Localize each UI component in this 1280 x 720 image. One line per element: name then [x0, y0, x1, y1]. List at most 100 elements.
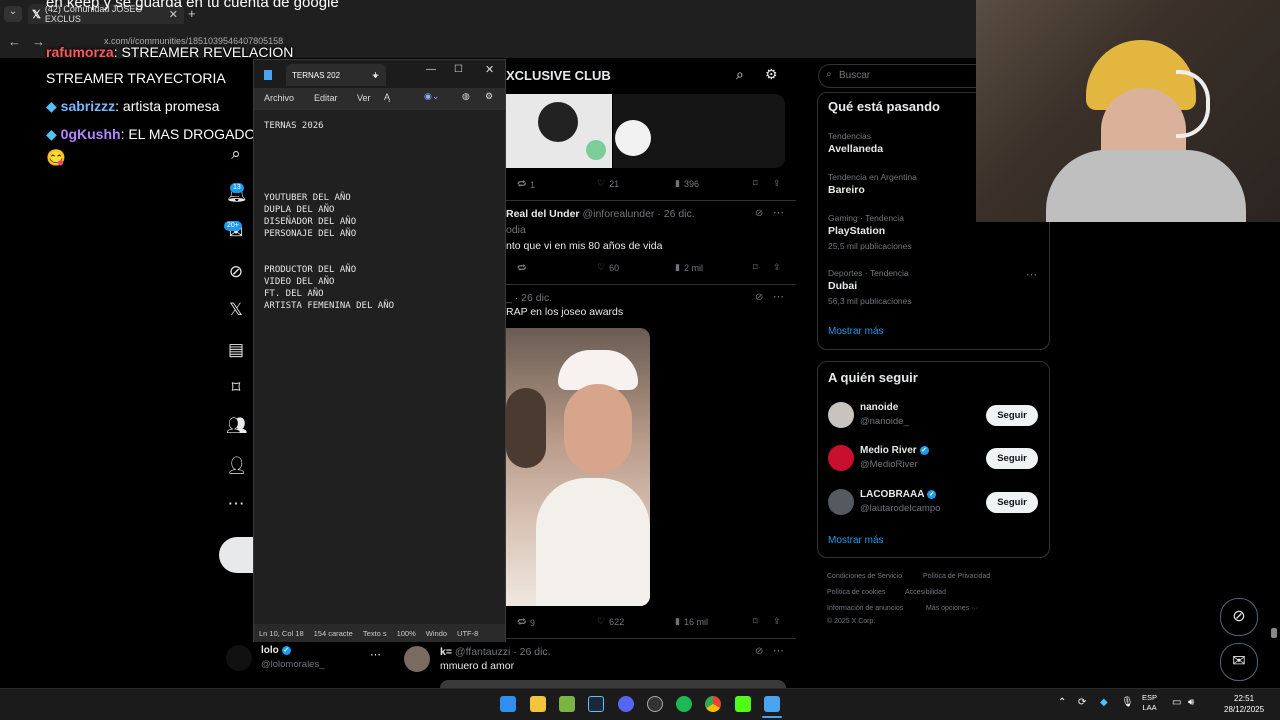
close-icon[interactable]: ✕ [485, 63, 494, 76]
menu-ver[interactable]: Ver [357, 93, 371, 103]
communities-icon[interactable]: 👥︎ [226, 416, 248, 436]
lists-icon[interactable]: ▤ [226, 340, 246, 360]
bookmarks-icon[interactable]: ⌑ [226, 378, 246, 398]
account-more-icon[interactable]: ⋯ [370, 648, 381, 661]
back-icon[interactable]: ← [8, 34, 21, 49]
grok-icon[interactable]: ⊘ [755, 208, 763, 219]
like-button[interactable]: ♡ 60 [597, 262, 619, 273]
post-button[interactable] [219, 537, 255, 573]
sync-icon[interactable]: ⟳ [1078, 697, 1086, 708]
post-handle[interactable]: _ [506, 292, 512, 304]
notepad-text-area[interactable]: TERNAS 2026 YOUTUBER DEL AÑO DUPLA DEL A… [264, 120, 394, 312]
follow-show-more[interactable]: Mostrar más [828, 535, 884, 546]
chrome-icon[interactable] [705, 696, 721, 712]
trend-more-icon[interactable]: ⋯ [1026, 268, 1037, 281]
tray-chevron-icon[interactable]: ⌃ [1058, 697, 1066, 708]
account-avatar[interactable] [226, 645, 252, 671]
trend-name[interactable]: Bareiro [828, 184, 865, 196]
start-icon[interactable] [500, 696, 516, 712]
footer-link[interactable]: Accesibilidad [905, 589, 946, 596]
forward-icon[interactable]: → [32, 34, 45, 49]
footer-link[interactable]: Información de anuncios [827, 605, 903, 612]
post-media-image[interactable] [506, 94, 612, 168]
search-icon[interactable]: ⌕ [736, 66, 744, 83]
trend-name[interactable]: Dubai [828, 280, 857, 292]
kick-icon[interactable] [735, 696, 751, 712]
trend-name[interactable]: PlayStation [828, 225, 885, 237]
copilot-icon[interactable]: ◉⌄ [424, 91, 439, 102]
grok-float-button[interactable]: ⊘ [1220, 598, 1258, 636]
steam-icon[interactable] [588, 696, 604, 712]
account-name[interactable]: lolo ✓ [261, 645, 291, 656]
grok-icon[interactable]: ⊘ [755, 292, 763, 303]
post-author[interactable]: k= [440, 646, 452, 658]
maximize-icon[interactable]: ☐ [454, 64, 463, 75]
share-icon[interactable]: ⇪ [773, 262, 781, 273]
like-button[interactable]: ♡ 622 [597, 616, 624, 627]
notepad-tab[interactable]: TERNAS 202 ● [286, 64, 386, 86]
notepad-window[interactable]: TERNAS 202 ● + — ☐ ✕ Archivo Editar Ver … [253, 59, 506, 642]
menu-editar[interactable]: Editar [314, 93, 338, 103]
avatar[interactable] [404, 646, 430, 672]
share-icon[interactable]: ⇪ [773, 616, 781, 627]
system-clock[interactable]: 22:51 28/12/2025 [1224, 693, 1264, 715]
obs-icon[interactable] [647, 696, 663, 712]
footer-link[interactable]: Más opciones ··· [926, 605, 978, 612]
post-more-icon[interactable]: ⋯ [773, 644, 784, 657]
post-date[interactable]: · 26 dic. [515, 292, 552, 304]
account-icon[interactable]: ◍ [462, 91, 470, 102]
more-icon[interactable]: ⋯ [226, 494, 246, 514]
views-button[interactable]: ▮ 2 mil [675, 262, 703, 273]
post-author[interactable]: Real del Under [506, 208, 580, 220]
profile-icon[interactable]: 👤︎ [226, 456, 248, 476]
post-date[interactable]: · 26 dic. [513, 646, 550, 658]
follow-name[interactable]: nanoide [860, 402, 898, 413]
file-explorer-icon[interactable] [530, 696, 546, 712]
settings-gear-icon[interactable]: ⚙ [485, 91, 493, 102]
retweet-button[interactable]: 🔁︎ 9 [517, 616, 535, 629]
avatar[interactable] [828, 402, 854, 428]
post-media-image[interactable] [613, 94, 785, 168]
post-photo[interactable] [506, 328, 650, 606]
post-handle[interactable]: @inforealunder [582, 208, 654, 220]
follow-button[interactable]: Seguir [986, 448, 1038, 469]
trend-name[interactable]: Avellaneda [828, 143, 883, 155]
footer-link[interactable]: Política de cookies [827, 589, 885, 596]
avatar[interactable] [828, 445, 854, 471]
retweet-button[interactable]: 🔁︎ [517, 262, 526, 275]
grok-icon[interactable]: ⊘ [755, 646, 763, 657]
explore-icon[interactable]: ⌕ [226, 144, 246, 164]
avatar[interactable] [828, 489, 854, 515]
trends-show-more[interactable]: Mostrar más [828, 326, 884, 337]
minimize-icon[interactable]: — [426, 64, 436, 75]
post-more-icon[interactable]: ⋯ [773, 206, 784, 219]
share-icon[interactable]: ⇪ [773, 178, 781, 189]
follow-name[interactable]: LACOBRAAA ✓ [860, 489, 937, 500]
tab-search-button[interactable]: ⌄ [4, 6, 22, 22]
retweet-button[interactable]: 🔁︎ 1 [517, 178, 535, 191]
bookmark-icon[interactable]: ⌑ [753, 616, 758, 627]
search-input[interactable]: Buscar [818, 64, 988, 88]
views-button[interactable]: ▮ 16 mil [675, 616, 708, 627]
follow-button[interactable]: Seguir [986, 492, 1038, 513]
post-more-icon[interactable]: ⋯ [773, 290, 784, 303]
microphone-icon[interactable]: 🎙︎ [1121, 697, 1134, 708]
volume-icon[interactable]: 🔊︎ [1188, 697, 1194, 708]
discord-icon[interactable] [618, 696, 634, 712]
footer-link[interactable]: Condiciones de Servicio [827, 573, 902, 580]
grok-icon[interactable]: ⊘ [226, 262, 246, 282]
x-premium-icon[interactable]: 𝕏 [226, 300, 246, 320]
notepad-taskbar-icon[interactable] [764, 696, 780, 712]
post-handle[interactable]: @ffantauzzi [455, 646, 510, 658]
bookmark-icon[interactable]: ⌑ [753, 178, 758, 189]
minecraft-icon[interactable] [559, 696, 575, 712]
language-indicator[interactable]: ESP LAA [1142, 693, 1157, 713]
notepad-new-tab-button[interactable]: + [372, 68, 379, 82]
scrollbar-thumb[interactable] [1271, 628, 1277, 638]
post-date[interactable]: · 26 dic. [657, 208, 694, 220]
post-media-image[interactable] [440, 680, 786, 688]
spotify-icon[interactable] [676, 696, 692, 712]
security-icon[interactable]: ◆ [1100, 697, 1108, 708]
follow-name[interactable]: Medio River ✓ [860, 445, 929, 456]
format-icon[interactable]: Ą [384, 92, 390, 102]
